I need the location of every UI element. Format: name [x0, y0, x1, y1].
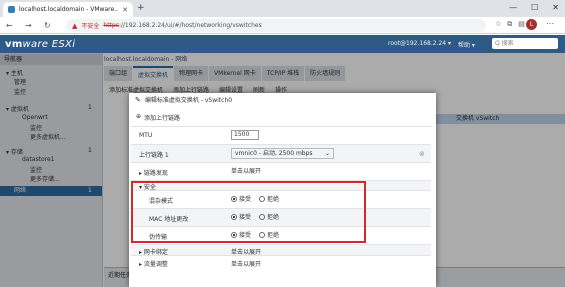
- collections-icon[interactable]: ▤: [518, 20, 525, 29]
- add-uplink-link[interactable]: ⊕ 添加上行链路: [136, 113, 180, 122]
- uplink-row: 上行链路 1 vmnic0 - 启动, 2500 mbps ⌄ ⊗: [131, 144, 431, 162]
- browser-tab[interactable]: localhost.localdomain - VMware... ✕: [3, 2, 133, 17]
- security-warning: 不安全: [81, 23, 100, 30]
- mtu-row: MTU 1500: [131, 126, 431, 144]
- mtu-input[interactable]: 1500: [231, 130, 259, 140]
- url-bar[interactable]: ▲ 不安全 https://192.168.2.24/ui/#/host/net…: [66, 19, 486, 32]
- dialog-title: ✎ 编辑标准虚拟交换机 - vSwitch0: [135, 95, 233, 105]
- pencil-icon: ✎: [135, 95, 141, 104]
- vmware-logo: vmware ESXi: [5, 38, 76, 50]
- tab-close-icon[interactable]: ✕: [122, 6, 128, 14]
- tab-title: localhost.localdomain - VMware...: [19, 6, 119, 13]
- traffic-shaping-value: 单击以展开: [231, 261, 262, 268]
- chevron-down-icon: ⌄: [324, 150, 330, 157]
- help-menu[interactable]: 帮助 ▾: [458, 40, 475, 49]
- url-text: https://192.168.2.24/ui/#/host/networkin…: [103, 22, 262, 29]
- maximize-button[interactable]: ☐: [531, 3, 538, 12]
- new-tab-button[interactable]: +: [137, 3, 145, 13]
- nic-teaming-row[interactable]: ▸ 网卡绑定 单击以展开: [131, 244, 431, 256]
- forward-icon[interactable]: →: [25, 21, 32, 30]
- profile-avatar[interactable]: L: [526, 19, 537, 30]
- back-icon[interactable]: ←: [6, 21, 13, 30]
- link-discovery-row[interactable]: ▸ 链路发现 单击以展开: [131, 162, 431, 180]
- browser-toolbar-icons: ☆ ⧉ ▤: [495, 20, 525, 29]
- add-uplink-icon: ⊕: [136, 113, 142, 120]
- reload-icon[interactable]: ↻: [44, 21, 51, 30]
- favicon-icon: [8, 6, 15, 13]
- link-discovery-value: 单击以展开: [231, 168, 262, 175]
- remove-uplink-icon[interactable]: ⊗: [419, 150, 425, 158]
- traffic-shaping-label: ▸ 流量调整: [139, 261, 168, 268]
- mtu-label: MTU: [139, 132, 153, 139]
- search-input[interactable]: Q 搜索: [492, 38, 558, 49]
- uplink-select[interactable]: vmnic0 - 启动, 2500 mbps ⌄: [231, 148, 334, 159]
- traffic-shaping-row[interactable]: ▸ 流量调整 单击以展开: [131, 255, 431, 268]
- warning-icon: ▲: [72, 21, 78, 30]
- extensions-icon[interactable]: ⧉: [507, 20, 512, 29]
- uplink-label: 上行链路 1: [139, 152, 169, 159]
- esxi-header: vmware ESXi: [0, 35, 565, 53]
- user-menu[interactable]: root@192.168.2.24 ▾: [388, 40, 451, 47]
- minimize-button[interactable]: —: [509, 3, 517, 12]
- more-menu-icon[interactable]: ⋯: [546, 19, 554, 28]
- window-controls: — ☐ ✕: [509, 3, 559, 12]
- link-discovery-label: ▸ 链路发现: [139, 170, 168, 177]
- security-highlight-box: [131, 181, 366, 243]
- star-icon[interactable]: ☆: [495, 20, 501, 29]
- close-window-button[interactable]: ✕: [552, 3, 559, 12]
